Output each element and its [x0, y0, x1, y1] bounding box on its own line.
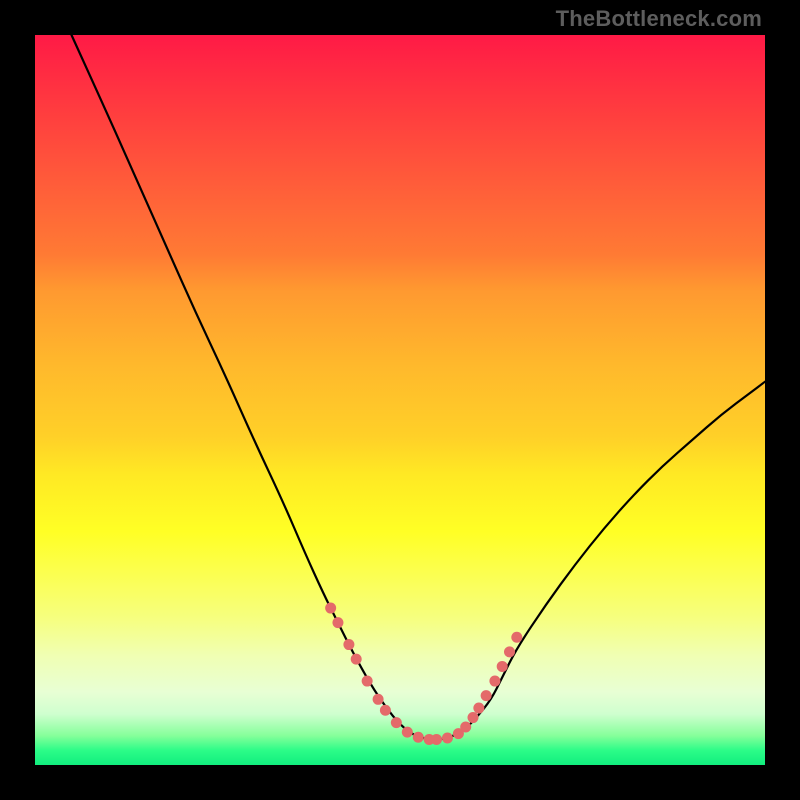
curve-bead	[391, 717, 402, 728]
curve-bead	[504, 646, 515, 657]
curve-bead	[473, 703, 484, 714]
watermark-label: TheBottleneck.com	[556, 6, 762, 32]
curve-bead	[442, 732, 453, 743]
curve-bead	[343, 639, 354, 650]
chart-frame: TheBottleneck.com	[0, 0, 800, 800]
curve-bead	[402, 727, 413, 738]
curve-bead	[325, 603, 336, 614]
curve-bead	[497, 661, 508, 672]
curve-bead	[489, 676, 500, 687]
bottleneck-curve	[72, 35, 766, 739]
curve-bead	[332, 617, 343, 628]
curve-bead	[351, 654, 362, 665]
chart-plot-area	[35, 35, 765, 765]
curve-beads-group	[325, 603, 522, 745]
curve-bead	[511, 632, 522, 643]
curve-bead	[373, 694, 384, 705]
curve-bead	[413, 732, 424, 743]
curve-bead	[481, 690, 492, 701]
curve-bead	[380, 705, 391, 716]
curve-bead	[460, 722, 471, 733]
curve-bead	[468, 712, 479, 723]
curve-bead	[431, 734, 442, 745]
chart-svg	[35, 35, 765, 765]
curve-bead	[362, 676, 373, 687]
